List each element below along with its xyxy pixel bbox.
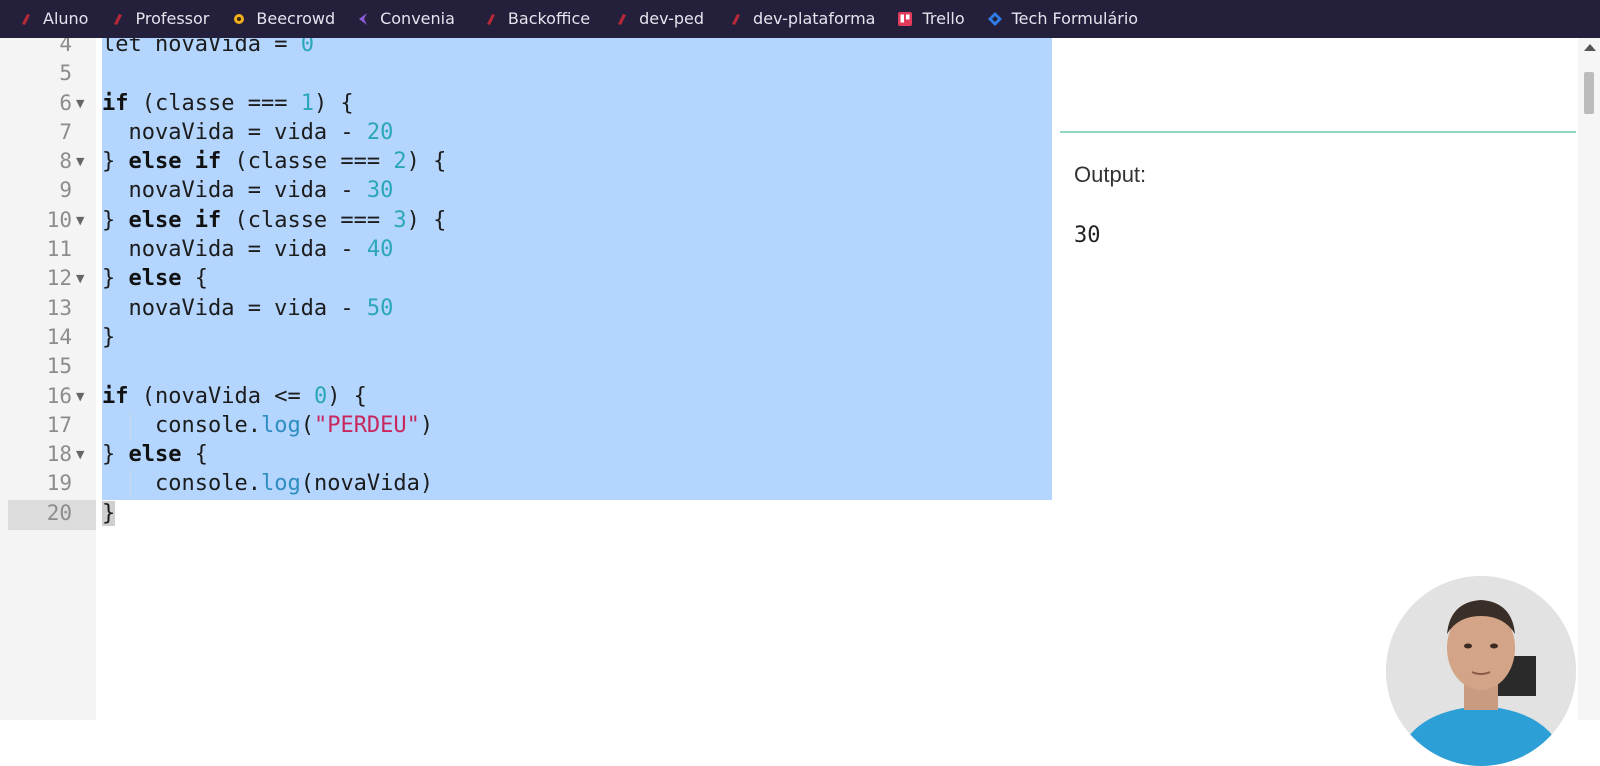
code-line: 13 novaVida = vida - 50	[0, 294, 1052, 323]
panel-divider	[1060, 131, 1576, 133]
bookmark-label: Professor	[135, 9, 210, 28]
code-line: 12 ▼ } else {	[0, 264, 1052, 293]
fold-arrow-icon[interactable]: ▼	[76, 440, 84, 469]
code-line: 19 console.log(novaVida)	[0, 469, 1052, 499]
line-number: 11	[46, 237, 72, 262]
code-line: 7 novaVida = vida - 20	[0, 118, 1052, 147]
code-text: } else {	[102, 266, 208, 292]
bookmark-label: Backoffice	[507, 9, 591, 28]
line-number: 19	[46, 471, 72, 496]
code-text: } else {	[102, 442, 208, 468]
line-number: 6	[59, 90, 72, 115]
code-text: novaVida = vida - 20	[102, 119, 394, 145]
code-text: if (novaVida <= 0) {	[102, 383, 367, 409]
fold-arrow-icon[interactable]: ▼	[76, 89, 84, 118]
code-line: 10 ▼ } else if (classe === 3) {	[0, 206, 1052, 235]
line-number: 14	[46, 324, 72, 349]
bookmark-label: dev-plataforma	[753, 9, 876, 28]
vertical-scrollbar[interactable]	[1578, 38, 1600, 720]
text-cursor: }	[102, 500, 116, 526]
code-text: novaVida = vida - 40	[102, 237, 394, 263]
webcam-overlay	[1386, 576, 1576, 766]
presenter-avatar	[1386, 576, 1576, 766]
bookmark-label: Aluno	[43, 9, 89, 28]
code-line: 15	[0, 352, 1052, 381]
bookmark-convenia[interactable]: Convenia	[335, 0, 455, 38]
red-bookmark-icon	[18, 11, 34, 27]
code-line: 4 let novaVida = 0	[0, 38, 1052, 59]
bookmark-tech-formulario[interactable]: Tech Formulário	[965, 0, 1138, 38]
bookmark-beecrowd[interactable]: Beecrowd	[209, 0, 335, 38]
line-number: 7	[59, 119, 72, 144]
output-label: Output:	[1074, 162, 1147, 187]
code-text: novaVida = vida - 30	[102, 178, 394, 204]
red-bookmark-icon	[728, 11, 744, 27]
bookmark-trello[interactable]: Trello	[875, 0, 965, 38]
line-number: 10	[46, 207, 72, 232]
red-bookmark-icon	[483, 11, 499, 27]
line-number: 13	[46, 295, 72, 320]
code-editor[interactable]: 4 let novaVida = 0 5 6 ▼ if (classe === …	[0, 38, 1052, 720]
code-text: console.log("PERDEU")	[102, 412, 434, 438]
jira-logo-icon	[987, 11, 1003, 27]
code-text: let novaVida = 0	[102, 38, 314, 57]
bookmark-dev-ped[interactable]: dev-ped	[590, 0, 704, 38]
fold-arrow-icon[interactable]: ▼	[76, 264, 84, 293]
code-text: }	[102, 499, 116, 528]
line-number: 15	[46, 354, 72, 379]
code-line: 11 novaVida = vida - 40	[0, 235, 1052, 264]
fold-arrow-icon[interactable]: ▼	[76, 147, 84, 176]
code-text: } else if (classe === 3) {	[102, 207, 447, 233]
code-text: if (classe === 1) {	[102, 90, 354, 116]
code-line: 20 }	[0, 499, 1052, 528]
bookmark-backoffice[interactable]: Backoffice	[455, 0, 590, 38]
code-line: 5	[0, 59, 1052, 88]
bookmark-label: Convenia	[380, 9, 455, 28]
code-text: }	[102, 324, 116, 350]
bookmark-label: Beecrowd	[256, 9, 336, 28]
red-bookmark-icon	[110, 11, 126, 27]
code-text: novaVida = vida - 50	[102, 295, 394, 321]
code-lines: 4 let novaVida = 0 5 6 ▼ if (classe === …	[0, 38, 1052, 528]
line-number: 20	[46, 500, 72, 525]
line-number: 4	[59, 38, 72, 56]
fold-arrow-icon[interactable]: ▼	[76, 206, 84, 235]
code-line: 18 ▼ } else {	[0, 440, 1052, 469]
bookmark-label: Trello	[922, 9, 965, 28]
scroll-thumb[interactable]	[1584, 72, 1594, 114]
line-number: 12	[46, 266, 72, 291]
code-text: console.log(novaVida)	[102, 471, 434, 497]
bookmark-label: Tech Formulário	[1011, 9, 1139, 28]
code-line: 17 console.log("PERDEU")	[0, 410, 1052, 441]
line-number: 18	[46, 442, 72, 467]
beecrowd-logo-icon	[231, 11, 247, 27]
line-number: 5	[59, 61, 72, 86]
trello-logo-icon	[897, 11, 913, 27]
code-line: 14 }	[0, 323, 1052, 352]
line-number: 16	[46, 383, 72, 408]
output-value: 30	[1074, 223, 1101, 248]
line-number: 9	[59, 178, 72, 203]
code-line: 16 ▼ if (novaVida <= 0) {	[0, 382, 1052, 411]
fold-arrow-icon[interactable]: ▼	[76, 382, 84, 411]
line-number: 17	[46, 412, 72, 437]
convenia-logo-icon	[355, 11, 371, 27]
bookmark-professor[interactable]: Professor	[88, 0, 209, 38]
bookmark-aluno[interactable]: Aluno	[0, 0, 88, 38]
bookmarks-bar: Aluno Professor Beecrowd Convenia Backof…	[0, 0, 1600, 38]
code-text: } else if (classe === 2) {	[102, 149, 447, 175]
code-line: 8 ▼ } else if (classe === 2) {	[0, 147, 1052, 176]
line-number: 8	[59, 149, 72, 174]
code-line: 9 novaVida = vida - 30	[0, 176, 1052, 205]
scroll-up-arrow-icon[interactable]	[1584, 44, 1596, 51]
code-line: 6 ▼ if (classe === 1) {	[0, 89, 1052, 118]
red-bookmark-icon	[614, 11, 630, 27]
bookmark-label: dev-ped	[639, 9, 705, 28]
bookmark-dev-plataforma[interactable]: dev-plataforma	[704, 0, 875, 38]
